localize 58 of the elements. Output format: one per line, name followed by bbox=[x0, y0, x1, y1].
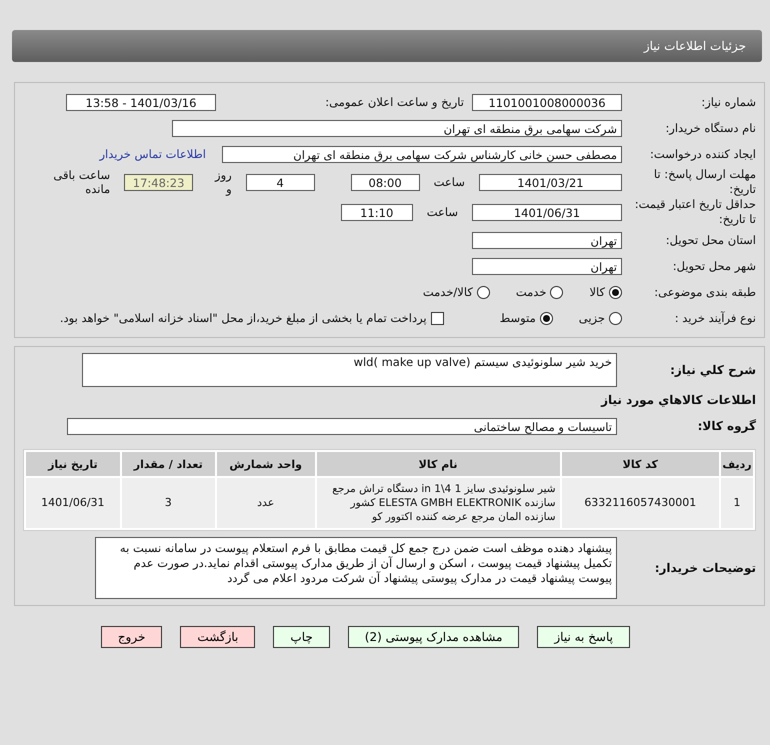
category-radio[interactable]: خدمت bbox=[516, 285, 564, 299]
deadline-time-field: 08:00 bbox=[350, 174, 420, 190]
buyer-contact-link[interactable]: اطلاعات تماس خریدار bbox=[99, 147, 206, 161]
field-label: توضیحات خریدار: bbox=[654, 561, 756, 575]
field-label: گروه كالا: bbox=[696, 419, 756, 433]
field-label: شماره نیاز: bbox=[700, 95, 756, 109]
column-header: نام کالا bbox=[316, 452, 560, 476]
field-label: شهر محل تحویل: bbox=[672, 259, 756, 273]
table-cell: عدد bbox=[216, 478, 315, 528]
days-field: 4 bbox=[246, 174, 315, 190]
column-header: ردیف bbox=[721, 452, 753, 476]
validity-date-field: 1401/06/31 bbox=[472, 204, 622, 220]
summary-field: خرید شیر سلونوئیدی سیستم wld( make up valve) bbox=[82, 353, 617, 387]
field-label: تاریخ و ساعت اعلان عمومی: bbox=[324, 95, 464, 109]
field-label: ساعت bbox=[426, 205, 459, 219]
table-cell: شیر سلونوئیدی سایز 1 4\1 in دستگاه تراش مرجع سازنده ELESTA GMBH ELEKTRONIK کشور سازنده المان مرجع عرضه کننده اکتوور کو bbox=[316, 478, 560, 528]
goods-group-field: تاسیسات و مصالح ساختمانی bbox=[67, 418, 617, 434]
requester-field: مصطفی حسن خانی کارشناس شرکت سهامی برق منطقه ای تهران bbox=[222, 146, 622, 162]
column-header: کد کالا bbox=[562, 452, 719, 476]
table-cell: 1 bbox=[721, 478, 753, 528]
field-label: حداقل تاریخ اعتبار قیمت: تا تاریخ: bbox=[634, 197, 756, 227]
table-cell: 1401/06/31 bbox=[26, 478, 120, 528]
action-button[interactable]: پاسخ به نیاز bbox=[537, 626, 630, 648]
province-field: تهران bbox=[472, 232, 622, 248]
announce-date-field: 1401/03/16 - 13:58 bbox=[66, 94, 216, 110]
action-button[interactable]: چاپ bbox=[273, 626, 330, 648]
field-label: روز و bbox=[214, 168, 233, 196]
category-radio[interactable]: کالا/خدمت bbox=[422, 285, 490, 299]
field-label: نام دستگاه خریدار: bbox=[664, 121, 756, 135]
city-field: تهران bbox=[472, 258, 622, 274]
action-button[interactable]: خروج bbox=[100, 626, 162, 648]
field-label: ساعت باقی مانده bbox=[52, 168, 112, 196]
buyer-notes-field: پیشنهاد دهنده موظف است ضمن درج جمع کل قیمت مطابق با فرم استعلام پیوست در سامانه نسبت به تکمیل پیشنهاد قیمت پیوست ، اسکن و ارسال آن از طریق مدارک پیوستی اقدام نماید.در صورت عدم پیوست پیشنهاد قیمت در مدارک پیوستی پیشنهاد آن شرکت مردود اعلام می گردد bbox=[95, 537, 617, 599]
action-button[interactable]: بازگشت bbox=[180, 626, 256, 648]
table-cell: 3 bbox=[122, 478, 215, 528]
field-label: مهلت ارسال پاسخ: تا تاریخ: bbox=[652, 167, 756, 197]
remaining-time-field: 17:48:23 bbox=[124, 174, 194, 190]
process-radio[interactable]: جزیی bbox=[578, 311, 622, 325]
column-header: تعداد / مقدار bbox=[122, 452, 215, 476]
page-title: جزئیات اطلاعات نیاز bbox=[644, 39, 746, 53]
table-cell: 6332116057430001 bbox=[562, 478, 719, 528]
field-label: طبقه بندی موضوعی: bbox=[653, 285, 756, 299]
field-label: نوع فرآیند خرید : bbox=[674, 311, 756, 325]
field-label: ساعت bbox=[432, 175, 466, 189]
category-radio[interactable]: کالا bbox=[589, 285, 622, 299]
treasury-payment-checkbox[interactable]: پرداخت تمام یا بخشی از مبلغ خرید،از محل "اسناد خزانه اسلامی" خواهد بود. bbox=[60, 311, 444, 325]
column-header: تاریخ نیاز bbox=[26, 452, 120, 476]
column-header: واحد شمارش bbox=[216, 452, 315, 476]
deadline-date-field: 1401/03/21 bbox=[478, 174, 622, 190]
field-label: شرح كلي نياز: bbox=[669, 363, 756, 377]
action-button[interactable]: مشاهده مدارک پیوستی (2) bbox=[348, 626, 520, 648]
section-heading: اطلاعات كالاهاي مورد نياز bbox=[601, 392, 756, 409]
validity-time-field: 11:10 bbox=[340, 204, 413, 220]
field-label: ایجاد کننده درخواست: bbox=[649, 147, 756, 161]
field-label: استان محل تحویل: bbox=[664, 233, 756, 247]
process-radio[interactable]: متوسط bbox=[500, 311, 553, 325]
need-number-field: 1101001008000036 bbox=[472, 94, 622, 110]
buyer-org-field: شرکت سهامی برق منطقه ای تهران bbox=[172, 120, 622, 136]
